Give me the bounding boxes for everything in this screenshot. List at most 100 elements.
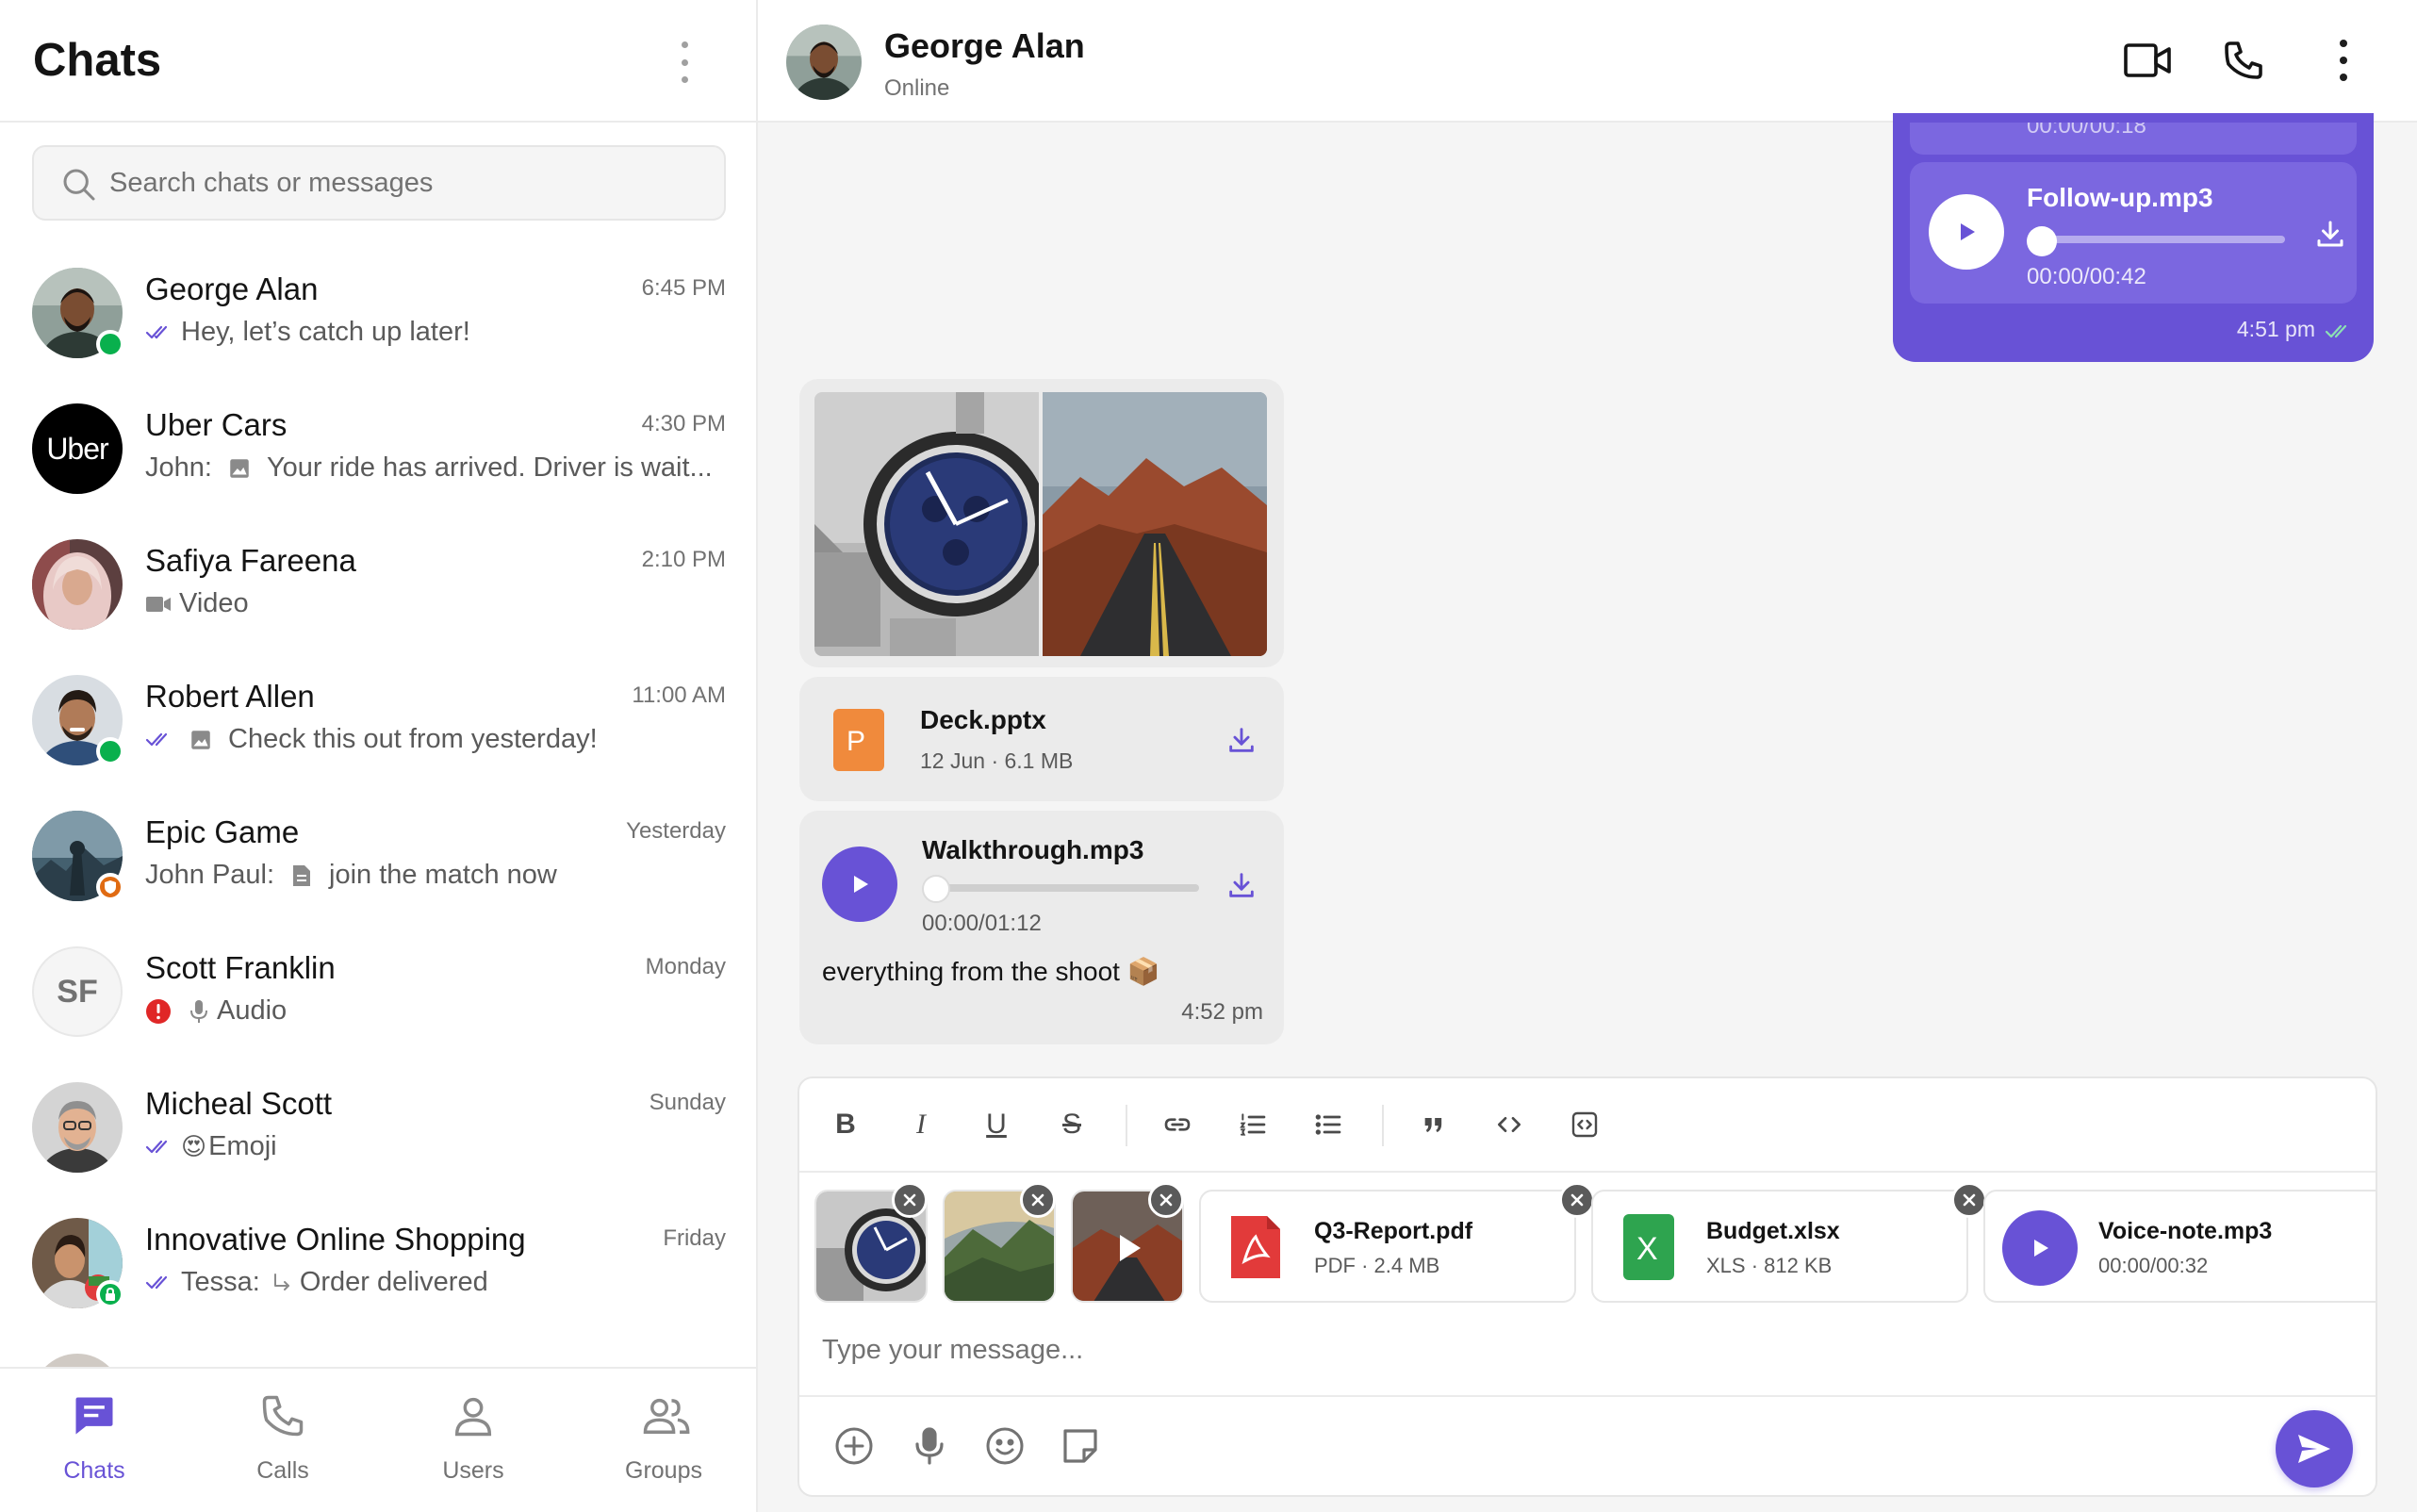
chat-time: 6:45 PM [641,275,726,301]
chat-time: 4:30 PM [641,411,726,436]
emoji-icon[interactable] [982,1423,1028,1469]
add-attachment-icon[interactable] [831,1423,877,1469]
play-button[interactable] [1929,194,2004,270]
phone-icon [262,1395,304,1437]
shield-badge [96,873,124,901]
send-icon [2298,1435,2330,1463]
quote-button[interactable] [1410,1101,1457,1148]
nav-calls[interactable]: Calls [189,1369,377,1512]
bullet-list-icon [1315,1114,1341,1135]
document-icon [293,864,311,886]
remove-attachment-icon[interactable] [1951,1182,1987,1218]
avatar [32,1082,123,1173]
chat-item-micheal-scott[interactable]: Micheal Scott Sunday 😍 Emoji [0,1065,756,1201]
play-icon [2034,1240,2048,1257]
audio-duration: 00:00/00:42 [2027,264,2146,289]
underline-button[interactable]: U [973,1101,1020,1148]
double-check-icon [145,1140,168,1153]
chat-time: 11:00 AM [632,682,726,708]
attachment-audio[interactable]: Voice-note.mp3 00:00/00:32 [1983,1190,2376,1303]
link-button[interactable] [1154,1101,1201,1148]
bold-button[interactable]: B [822,1101,869,1148]
message-input[interactable]: Type your message... [822,1335,1083,1366]
download-icon[interactable] [2313,217,2347,251]
download-icon[interactable] [1225,869,1258,901]
avatar [32,1354,123,1367]
audio-scrubber[interactable] [922,875,950,903]
chat-item-partial[interactable] [0,1337,756,1367]
attachment-file-name: Q3-Report.pdf [1314,1218,1473,1244]
search-input[interactable]: Search chats or messages [32,145,726,221]
send-button[interactable] [2276,1410,2353,1487]
uber-logo: Uber [32,403,123,494]
audio-progress-track[interactable] [929,884,1199,892]
remove-attachment-icon[interactable] [1020,1182,1056,1218]
watch-photo[interactable] [814,392,1039,656]
nav-users[interactable]: Users [379,1369,567,1512]
download-icon[interactable] [1225,724,1258,756]
outgoing-message-bubble: 00:00/00:18 Follow-up.mp3 00:00/00:42 4:… [1893,113,2374,362]
code-icon [1498,1117,1521,1132]
remove-attachment-icon[interactable] [1559,1182,1595,1218]
sidebar-more-icon[interactable] [675,41,694,83]
italic-button[interactable]: I [897,1101,945,1148]
chat-preview: Hey, let’s catch up later! [145,317,728,348]
attachment-file-name: Voice-note.mp3 [2098,1218,2273,1244]
play-button[interactable] [822,846,897,922]
play-button[interactable] [2002,1210,2078,1286]
chat-item-scott-franklin[interactable]: SF Scott Franklin Monday Audio [0,929,756,1065]
composer-actions [799,1395,2376,1495]
chat-item-epic-game[interactable]: Epic Game Yesterday John Paul: join the … [0,794,756,929]
audio-scrubber[interactable] [2027,226,2057,256]
attachment-pdf[interactable]: Q3-Report.pdf PDF · 2.4 MB [1199,1190,1576,1303]
sidebar-header: Chats [0,0,756,123]
chat-time: Monday [645,954,726,979]
chat-preview: Tessa: Order delivered [145,1267,728,1298]
desert-road-photo[interactable] [1043,392,1267,656]
sticker-icon[interactable] [1058,1423,1103,1469]
nav-groups[interactable]: Groups [569,1369,758,1512]
chat-app: Chats Search chats or messages George Al… [0,0,2417,1512]
attachment-file-meta: PDF · 2.4 MB [1314,1254,1440,1277]
chat-item-safiya-fareena[interactable]: Safiya Fareena 2:10 PM Video [0,522,756,658]
chat-name: Robert Allen [145,679,315,714]
chat-name: Micheal Scott [145,1086,333,1121]
ordered-list-icon [1240,1113,1266,1136]
chat-item-uber-cars[interactable]: Uber Uber Cars 4:30 PM John: Your ride h… [0,386,756,522]
message-time: 4:52 pm [1181,999,1263,1025]
incoming-file-attachment[interactable]: P Deck.pptx 12 Jun · 6.1 MB [799,677,1284,801]
chat-item-innovative-online-shopping[interactable]: Innovative Online Shopping Friday Tessa:… [0,1201,756,1337]
group-icon [643,1398,690,1434]
voice-call-icon[interactable] [2221,38,2266,83]
video-call-icon[interactable] [2123,40,2172,81]
search-placeholder: Search chats or messages [109,168,434,198]
microphone-icon[interactable] [907,1423,952,1469]
chat-name: Epic Game [145,814,300,849]
remove-attachment-icon[interactable] [1148,1182,1184,1218]
strikethrough-button[interactable]: S [1048,1101,1095,1148]
code-block-button[interactable] [1561,1101,1608,1148]
remove-attachment-icon[interactable] [892,1182,928,1218]
audio-progress-track[interactable] [2042,236,2285,243]
mic-icon [190,999,207,1023]
previous-audio-attachment[interactable]: 00:00/00:18 [1910,123,2357,155]
chat-item-george-alan[interactable]: George Alan 6:45 PM Hey, let’s catch up … [0,251,756,386]
quote-icon [1424,1118,1442,1133]
chat-time: Sunday [649,1090,726,1115]
conversation-more-icon[interactable] [2334,40,2353,81]
avatar-initials: SF [32,946,123,1037]
file-name: Deck.pptx [920,705,1046,734]
xlsx-file-icon: X [1623,1214,1674,1280]
contact-avatar[interactable] [786,25,862,100]
ordered-list-button[interactable] [1229,1101,1276,1148]
inline-code-button[interactable] [1486,1101,1533,1148]
toolbar-divider [1126,1105,1127,1146]
nav-chats[interactable]: Chats [0,1369,189,1512]
pdf-file-icon [1231,1216,1280,1278]
chat-item-robert-allen[interactable]: Robert Allen 11:00 AM Check this out fro… [0,658,756,794]
sidebar-title: Chats [33,35,162,86]
image-icon [191,730,210,749]
bullet-list-button[interactable] [1305,1101,1352,1148]
link-icon [1164,1118,1191,1131]
attachment-xlsx[interactable]: X Budget.xlsx XLS · 812 KB [1591,1190,1968,1303]
